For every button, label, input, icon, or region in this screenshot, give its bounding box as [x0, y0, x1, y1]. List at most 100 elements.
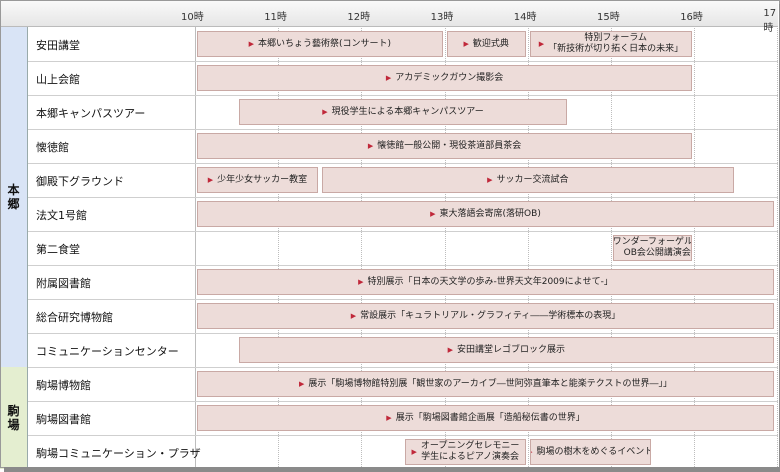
arrow-icon: ▶ [411, 447, 417, 456]
venue-name: 駒場博物館 [36, 379, 91, 392]
event-title-line: 歓迎式典 [472, 38, 509, 49]
event-block[interactable]: ▶ワンダーフォーゲル部OB会公開講演会 [613, 235, 693, 261]
venue-name: 附属図書館 [36, 277, 91, 290]
event-block[interactable]: ▶ 常設展示「キュラトリアル・グラフィティ――学術標本の表現」 [197, 303, 774, 329]
arrow-icon: ▶ [322, 107, 328, 116]
row-divider [28, 61, 778, 62]
event-title-line: 懐徳館一般公開・現役茶道部員茶会 [377, 140, 522, 151]
hour-label: 12時 [347, 12, 371, 23]
event-title-line: 東大落語会寄席(落研OB) [439, 208, 541, 219]
venue-name: 懐徳館 [36, 141, 69, 154]
event-title: アカデミックガウン撮影会 [395, 73, 503, 84]
row-divider [28, 129, 778, 130]
arrow-icon: ▶ [385, 73, 392, 82]
event-title-line: 学生によるピアノ演奏会 [421, 452, 520, 462]
timeline-header [0, 0, 778, 27]
event-title: 本郷いちょう藝術祭(コンサート) [258, 39, 391, 50]
row-divider [28, 163, 778, 164]
event-title: 東大落語会寄席(落研OB) [440, 209, 541, 220]
row-divider [28, 95, 778, 96]
venue-name: 総合研究博物館 [36, 311, 113, 324]
area-block: 本 郷 [0, 27, 28, 367]
row-divider [28, 197, 778, 198]
event-block[interactable]: ▶ オープニングセレモニー 学生によるピアノ演奏会 [405, 439, 526, 465]
row-divider [28, 401, 778, 402]
arrow-icon: ▶ [386, 413, 392, 422]
arrow-icon: ▶ [487, 175, 493, 184]
arrow-icon: ▶ [207, 175, 214, 184]
hour-label: 15時 [597, 12, 620, 23]
table-shadow [4, 467, 780, 472]
venue-name: 山上会館 [36, 73, 80, 86]
event-block[interactable]: ▶ 展示「駒場図書館企画展「造船秘伝書の世界」 [197, 405, 774, 431]
event-block[interactable]: ▶ 懐徳館一般公開・現役茶道部員茶会 [197, 133, 693, 159]
event-title: 展示「駒場図書館企画展「造船秘伝書の世界」 [396, 413, 585, 424]
event-title-line: 安田講堂レゴブロック展示 [456, 344, 565, 355]
hour-label: 14時 [513, 12, 537, 23]
event-title-line: 現役学生による本郷キャンパスツアー [331, 106, 484, 117]
event-title-line: 特別展示「日本の天文学の歩み-世界天文年2009によせて-」 [367, 276, 613, 287]
venue-name: 法文1号館 [36, 209, 87, 222]
event-title-line: 常設展示「キュラトリアル・グラフィティ――学術標本の表現」 [360, 310, 621, 321]
event-block[interactable]: ▶駒場の樹木をめぐるイベント [529, 439, 651, 465]
event-schedule-grid: 10時 11時 12時 13時 14時 15時 16時 17時 本 郷駒 場 安田講堂 ▶ 本郷い… [0, 0, 780, 472]
arrow-icon: ▶ [298, 379, 305, 388]
event-title-line: アカデミックガウン撮影会 [395, 72, 504, 83]
row-divider [28, 367, 778, 368]
venue-name: 安田講堂 [36, 39, 80, 52]
venue-name: 駒場コミュニケーション・プラザ [36, 447, 201, 460]
event-title-line: 「新技術が切り拓く日本の未来」 [548, 44, 684, 54]
event-block[interactable]: ▶ 特別フォーラム 「新技術が切り拓く日本の未来」 [529, 31, 693, 57]
venue-name: 第二食堂 [36, 243, 80, 256]
event-title: ワンダーフォーゲル部OB会公開講演会 [613, 237, 693, 259]
event-block[interactable]: ▶ アカデミックガウン撮影会 [197, 65, 693, 91]
event-title: 現役学生による本郷キャンパスツアー [332, 107, 484, 118]
area-label: 本 郷 [7, 183, 20, 211]
arrow-icon: ▶ [531, 447, 533, 458]
arrow-icon: ▶ [358, 277, 364, 286]
row-divider [28, 231, 778, 232]
arrow-icon: ▶ [350, 311, 357, 320]
event-title: 特別展示「日本の天文学の歩み-世界天文年2009によせて-」 [367, 277, 612, 288]
event-block[interactable]: ▶ 展示「駒場博物館特別展「観世家のアーカイブ―世阿弥直筆本と能楽テクストの世界―… [197, 371, 774, 397]
event-title-line: 少年少女サッカー教室 [217, 174, 308, 185]
hour-label: 10時 [181, 12, 204, 23]
event-title: 常設展示「キュラトリアル・グラフィティ――学術標本の表現」 [360, 311, 620, 322]
event-title: 歓迎式典 [473, 39, 509, 50]
event-block[interactable]: ▶ 歓迎式典 [446, 31, 526, 57]
event-title: 特別フォーラム 「新技術が切り拓く日本の未来」 [548, 33, 683, 55]
row-divider [28, 333, 778, 334]
arrow-icon: ▶ [463, 39, 469, 48]
row-divider [28, 299, 778, 300]
event-title-line: サッカー交流試合 [496, 174, 569, 185]
arrow-icon: ▶ [447, 345, 453, 354]
event-title-line: 本郷いちょう藝術祭(コンサート) [257, 38, 391, 49]
event-block[interactable]: ▶ 東大落語会寄席(落研OB) [197, 201, 774, 227]
event-title-line: OB会公開講演会 [623, 248, 691, 258]
event-title: オープニングセレモニー 学生によるピアノ演奏会 [421, 441, 519, 463]
event-title: 駒場の樹木をめぐるイベント [536, 446, 651, 458]
event-block[interactable]: ▶ サッカー交流試合 [321, 167, 734, 193]
event-block[interactable]: ▶ 本郷いちょう藝術祭(コンサート) [197, 31, 443, 57]
event-title-line: 駒場の樹木をめぐるイベント [536, 446, 651, 457]
hour-label: 11時 [264, 12, 287, 23]
area-label: 駒 場 [7, 404, 20, 432]
event-block[interactable]: ▶ 現役学生による本郷キャンパスツアー [238, 99, 568, 125]
venue-name: 本郷キャンパスツアー [36, 107, 146, 120]
area-block: 駒 場 [0, 367, 28, 469]
event-title-line: オープニングセレモニー [420, 441, 520, 451]
event-title: 懐徳館一般公開・現役茶道部員茶会 [377, 141, 521, 152]
venue-name: 御殿下グラウンド [36, 175, 124, 188]
event-title: 少年少女サッカー教室 [217, 175, 307, 186]
event-block[interactable]: ▶ 安田講堂レゴブロック展示 [238, 337, 774, 363]
event-title-line: ワンダーフォーゲル部 [613, 237, 693, 247]
event-block[interactable]: ▶ 特別展示「日本の天文学の歩み-世界天文年2009によせて-」 [197, 269, 774, 295]
event-block[interactable]: ▶ 少年少女サッカー教室 [197, 167, 318, 193]
arrow-icon: ▶ [430, 209, 436, 218]
event-title-line: 特別フォーラム [584, 33, 648, 43]
event-title: サッカー交流試合 [496, 175, 568, 186]
row-divider [28, 435, 778, 436]
venue-name: コミュニケーションセンター [36, 345, 179, 358]
hour-label: 13時 [430, 12, 454, 23]
event-title-line: 展示「駒場図書館企画展「造船秘伝書の世界」 [395, 412, 585, 423]
